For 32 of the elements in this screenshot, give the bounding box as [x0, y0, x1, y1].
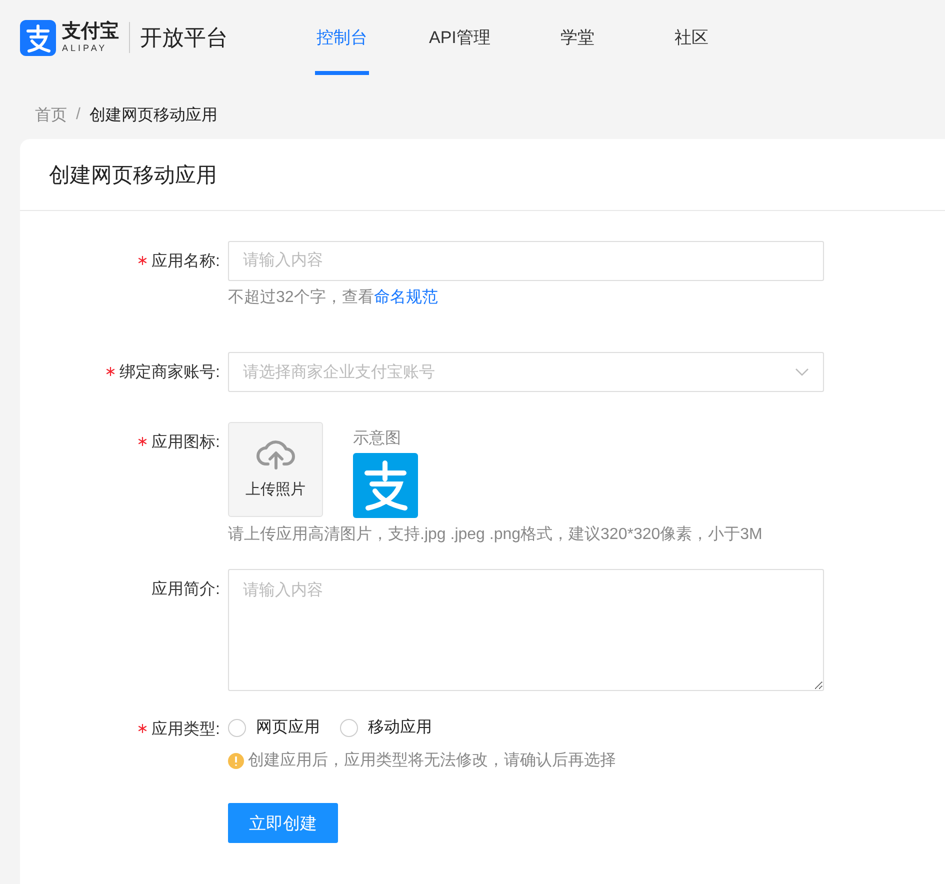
field-label: 应用类型:	[152, 720, 220, 740]
brand-subtitle: ALIPAY	[62, 44, 108, 53]
brand-name: 支付宝	[62, 22, 119, 41]
radio-label[interactable]: 网页应用	[256, 717, 320, 738]
nav-tab[interactable]: 控制台	[315, 0, 369, 75]
warning-icon	[228, 752, 244, 768]
upload-button[interactable]: 上传照片	[228, 422, 323, 517]
radio-button[interactable]	[228, 718, 246, 736]
sample-label: 示意图	[353, 428, 402, 449]
text-area[interactable]: 请输入内容	[228, 569, 824, 691]
product-name: 开放平台	[140, 24, 228, 52]
nav-tab[interactable]: 社区	[664, 0, 718, 75]
nav-tab[interactable]: 学堂	[550, 0, 604, 75]
field-label: 绑定商家账号:	[120, 362, 220, 383]
breadcrumb-item: 创建网页移动应用	[89, 106, 218, 126]
hint-text: 请上传应用高清图片，支持.jpg .jpeg .png格式，建议320*320像素，小于3M	[228, 524, 764, 545]
alipay-logo-icon	[20, 20, 56, 56]
field-label: 应用名称:	[152, 252, 220, 272]
field-label: 应用图标:	[152, 432, 220, 453]
text-input[interactable]: 请输入内容	[228, 241, 824, 281]
nav-tab[interactable]: API管理	[429, 0, 490, 75]
card-title: 创建网页移动应用	[20, 139, 945, 211]
breadcrumb-separator: /	[76, 106, 80, 124]
chevron-down-icon	[795, 368, 809, 376]
radio-button[interactable]	[340, 718, 358, 736]
naming-rules-link[interactable]: 命名规范	[374, 289, 438, 306]
warning-text: 创建应用后，应用类型将无法修改，请确认后再选择	[248, 750, 616, 771]
sample-logo-icon	[353, 453, 418, 518]
cloud-upload-icon	[256, 440, 296, 472]
radio-label[interactable]: 移动应用	[368, 717, 432, 738]
hint-text: 不超过32个字，查看	[228, 289, 374, 306]
field-label: 应用简介:	[152, 580, 220, 600]
